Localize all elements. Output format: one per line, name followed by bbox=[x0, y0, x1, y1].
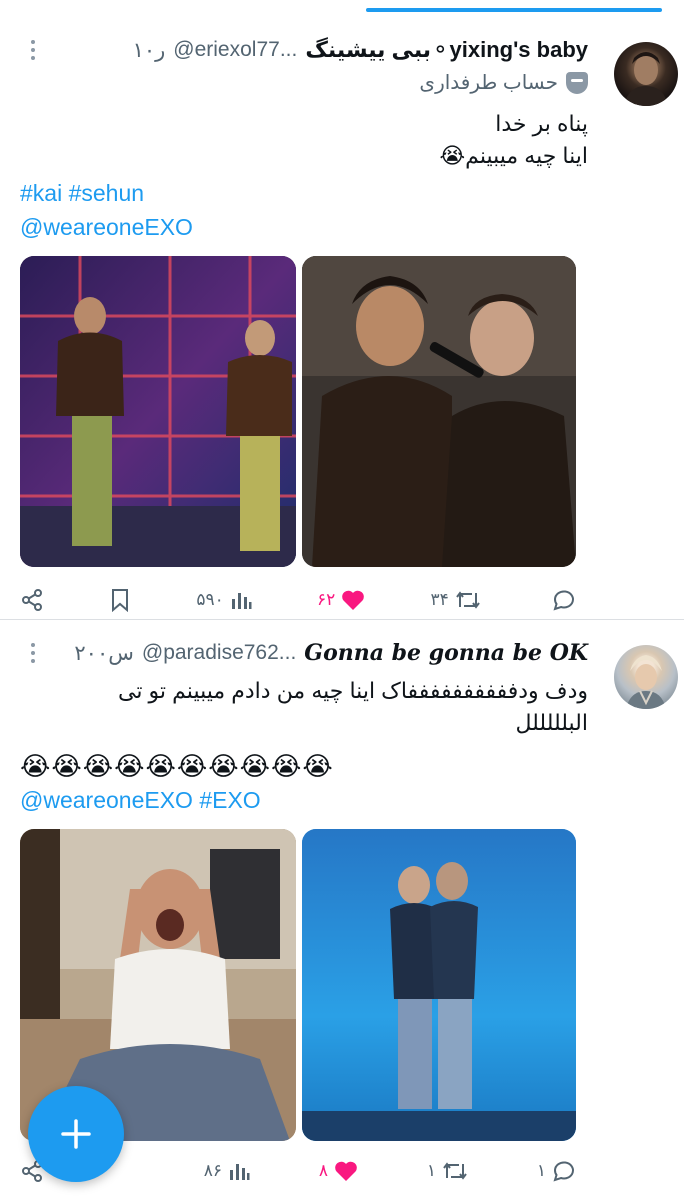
avatar[interactable] bbox=[614, 645, 678, 709]
heart-icon bbox=[342, 590, 365, 610]
bookmark-button[interactable] bbox=[109, 588, 131, 612]
tweet-text-line: البلللللل bbox=[515, 710, 588, 735]
tweet-links: @weareoneEXO #EXO bbox=[20, 783, 261, 817]
fan-account-icon bbox=[566, 71, 588, 94]
tweet-photo[interactable] bbox=[302, 829, 576, 1141]
account-label-text: حساب طرفداری bbox=[419, 72, 558, 94]
reposts-count: ۱ bbox=[426, 1161, 436, 1180]
avatar-image bbox=[626, 655, 666, 709]
tweet-photo[interactable] bbox=[20, 256, 296, 567]
mention-link[interactable]: @weareoneEXO bbox=[20, 210, 193, 244]
tweet-links: #kai #sehun @weareoneEXO bbox=[20, 176, 193, 244]
tweet-text-line: پناه بر خدا bbox=[495, 111, 588, 136]
display-name[interactable]: Gonna be gonna be OK bbox=[304, 640, 588, 666]
bookmark-icon bbox=[112, 589, 129, 612]
user-handle[interactable]: @paradise762... bbox=[142, 641, 296, 665]
views-icon bbox=[231, 593, 252, 609]
scroll-indicator[interactable] bbox=[366, 8, 662, 12]
repost-button[interactable]: ۱ bbox=[427, 1160, 468, 1182]
views-icon bbox=[229, 1164, 250, 1180]
like-button[interactable]: ۸ bbox=[319, 1160, 358, 1182]
account-label[interactable]: حساب طرفداری bbox=[419, 70, 588, 95]
tweet-text-line: ودف ودففففففففففاک اینا چیه من دادم میبی… bbox=[117, 678, 588, 703]
hashtag-links[interactable]: #kai #sehun bbox=[20, 176, 193, 210]
user-handle[interactable]: @eriexol77... bbox=[173, 38, 297, 62]
tweet-time: ۱۰ر bbox=[132, 38, 166, 62]
compose-button[interactable] bbox=[28, 1086, 124, 1182]
likes-count: ۸ bbox=[318, 1161, 328, 1180]
likes-count: ۶۲ bbox=[317, 590, 336, 609]
tweet-text: پناه بر خدا اینا چیه میبینم😭 bbox=[439, 108, 588, 172]
share-icon bbox=[22, 589, 42, 611]
reply-icon bbox=[553, 590, 574, 611]
tweet-text-line: اینا چیه میبینم😭 bbox=[439, 143, 588, 168]
tweet-photo[interactable] bbox=[302, 256, 576, 567]
tweet-text: ودف ودففففففففففاک اینا چیه من دادم میبی… bbox=[118, 675, 588, 739]
repost-icon bbox=[455, 591, 480, 609]
views-count: ۸۶ bbox=[203, 1161, 222, 1180]
like-button[interactable]: ۶۲ bbox=[317, 589, 365, 611]
heart-icon bbox=[335, 1161, 357, 1181]
repost-button[interactable]: ۳۴ bbox=[430, 589, 480, 611]
views-count: ۵۹۰ bbox=[196, 590, 224, 609]
tweet[interactable]: ۱۰ر @eriexol77... ببی ییشینگ⚬yixing's ba… bbox=[0, 18, 684, 620]
concert-photo-closeup bbox=[302, 256, 576, 567]
concert-photo-blue bbox=[302, 829, 576, 1141]
avatar[interactable] bbox=[614, 42, 678, 106]
tweet-time: ۲۰۰س bbox=[74, 641, 134, 665]
views-button[interactable]: ۸۶ bbox=[204, 1160, 250, 1182]
reply-button[interactable]: ۱ bbox=[537, 1159, 576, 1183]
display-name[interactable]: ببی ییشینگ⚬yixing's baby bbox=[305, 37, 588, 63]
reply-button[interactable] bbox=[546, 588, 576, 612]
avatar-image bbox=[624, 52, 668, 106]
plus-icon bbox=[61, 1119, 91, 1149]
concert-photo-stage bbox=[20, 256, 296, 567]
mention-hashtag-links[interactable]: @weareoneEXO #EXO bbox=[20, 783, 261, 817]
emoji-row: 😭😭😭😭😭😭😭😭😭😭 bbox=[20, 751, 334, 781]
tweet-header: ۱۰ر @eriexol77... ببی ییشینگ⚬yixing's ba… bbox=[18, 36, 588, 64]
reply-icon bbox=[553, 1161, 574, 1182]
reposts-count: ۳۴ bbox=[430, 590, 449, 609]
tweet-header: ۲۰۰س @paradise762... Gonna be gonna be O… bbox=[18, 639, 588, 667]
repost-icon bbox=[443, 1162, 467, 1180]
share-button[interactable] bbox=[20, 588, 44, 612]
replies-count: ۱ bbox=[536, 1161, 546, 1180]
tweet-actions: ۵۹۰ ۶۲ ۳۴ bbox=[20, 580, 576, 620]
views-button[interactable]: ۵۹۰ bbox=[196, 589, 252, 611]
